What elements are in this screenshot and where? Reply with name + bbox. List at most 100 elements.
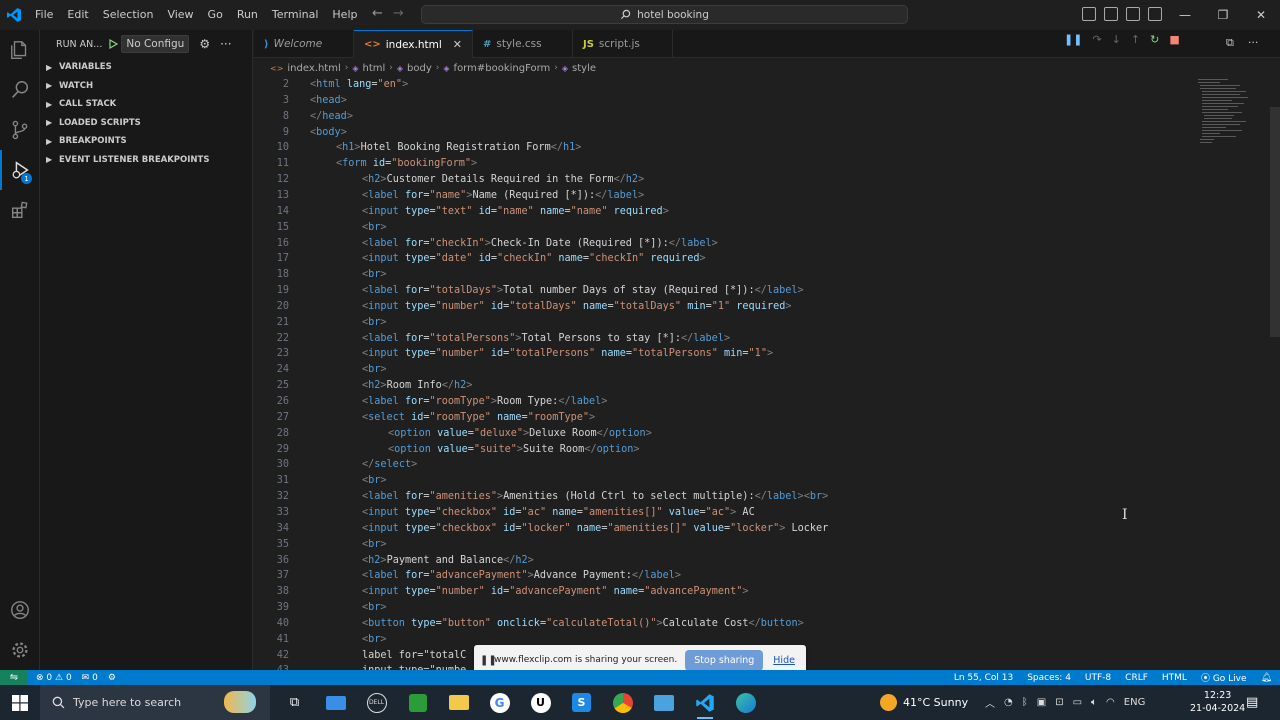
uber-icon[interactable]: U	[520, 685, 561, 720]
language-mode[interactable]: HTML	[1162, 673, 1187, 683]
google-icon[interactable]: G	[479, 685, 520, 720]
minimize-icon[interactable]: —	[1166, 0, 1204, 30]
command-center-text: hotel booking	[637, 8, 709, 21]
editor-more-icon[interactable]: ···	[1248, 36, 1259, 50]
taskbar-search-box[interactable]: Type here to search	[40, 685, 270, 720]
back-arrow-icon[interactable]: ←	[372, 6, 383, 21]
wifi-icon[interactable]: ◠	[1106, 697, 1115, 708]
menu-view[interactable]: View	[160, 0, 200, 30]
debug-section-call-stack[interactable]: ▶ CALL STACK	[40, 95, 252, 114]
breadcrumb-item[interactable]: style	[572, 63, 596, 74]
problems-indicator[interactable]: ⊗ 0 ⚠ 0	[36, 673, 72, 683]
menu-file[interactable]: File	[28, 0, 60, 30]
debug-section-watch[interactable]: ▶ WATCH	[40, 77, 252, 96]
forward-arrow-icon[interactable]: →	[393, 6, 404, 21]
xbox-icon[interactable]	[397, 685, 438, 720]
maximize-icon[interactable]: ❐	[1204, 0, 1242, 30]
account-icon[interactable]	[0, 590, 40, 630]
windows-start-icon[interactable]	[0, 685, 40, 720]
indentation[interactable]: Spaces: 4	[1027, 673, 1071, 683]
bluetooth-icon[interactable]: ᛒ	[1022, 697, 1028, 708]
split-editor-icon[interactable]: ⧉	[1226, 36, 1234, 50]
launch-config-select[interactable]: No Configu	[121, 35, 190, 53]
menu-help[interactable]: Help	[325, 0, 364, 30]
action-center-icon[interactable]: ▤	[1246, 695, 1258, 710]
line-number: 3	[282, 94, 289, 106]
editor-scrollbar[interactable]	[1270, 107, 1280, 337]
step-out-icon[interactable]: ↑	[1131, 33, 1140, 46]
debug-section-breakpoints[interactable]: ▶ BREAKPOINTS	[40, 132, 252, 151]
code-editor[interactable]: 2 <html lang="en"> 3 <head> 8 </head> 9 <body> 1…	[254, 77, 1280, 670]
chrome-icon[interactable]	[602, 685, 643, 720]
close-tab-icon[interactable]: ✕	[453, 38, 462, 51]
manage-gear-icon[interactable]	[0, 630, 40, 670]
tab-script-js[interactable]: JS script.js	[573, 30, 673, 58]
tab-style-css[interactable]: # style.css	[473, 30, 573, 58]
code-text: <input type="date" id="checkIn" name="ch…	[362, 251, 706, 267]
toggle-sidebar-icon[interactable]	[1082, 7, 1096, 21]
notifications-bell-icon[interactable]: 🔔︎	[1261, 673, 1272, 683]
search-icon	[52, 696, 65, 709]
edge-icon[interactable]	[725, 685, 766, 720]
vscode-taskbar-icon[interactable]	[684, 685, 725, 720]
menu-run[interactable]: Run	[230, 0, 265, 30]
menu-terminal[interactable]: Terminal	[265, 0, 326, 30]
speaker-icon[interactable]: 🔈︎	[1091, 697, 1097, 708]
file-explorer-icon[interactable]	[438, 685, 479, 720]
ports-indicator[interactable]: ✉ 0	[82, 673, 98, 683]
debug-section-variables[interactable]: ▶ VARIABLES	[40, 58, 252, 77]
pause-icon[interactable]: ❚❚	[1064, 33, 1082, 46]
customize-layout-icon[interactable]	[1148, 7, 1162, 21]
command-center-search[interactable]: hotel booking	[421, 5, 908, 24]
breadcrumb-item[interactable]: index.html	[287, 63, 340, 74]
show-hidden-icons-icon[interactable]: ︿	[985, 695, 995, 710]
more-actions-icon[interactable]: ···	[220, 37, 231, 51]
run-debug-icon[interactable]: 1	[0, 150, 40, 190]
paint-icon[interactable]	[643, 685, 684, 720]
menu-go[interactable]: Go	[201, 0, 230, 30]
breadcrumb-item[interactable]: html	[363, 63, 386, 74]
network-icon[interactable]: ◔	[1004, 697, 1013, 708]
toggle-panel-icon[interactable]	[1104, 7, 1118, 21]
stop-sharing-button[interactable]: Stop sharing	[685, 649, 764, 671]
minimap[interactable]	[1194, 77, 1254, 157]
task-view-icon[interactable]: ⧉	[274, 685, 315, 720]
meet-now-icon[interactable]: ⊡	[1055, 697, 1063, 708]
hide-link[interactable]: Hide	[773, 655, 795, 666]
close-window-icon[interactable]: ✕	[1242, 0, 1280, 30]
cursor-position[interactable]: Ln 55, Col 13	[954, 673, 1013, 683]
input-language[interactable]: ENG	[1124, 697, 1146, 708]
battery-icon[interactable]: ▭	[1073, 697, 1082, 708]
step-over-icon[interactable]: ↷	[1092, 33, 1101, 46]
breadcrumb-item[interactable]: body	[407, 63, 432, 74]
line-ending[interactable]: CRLF	[1125, 673, 1148, 683]
open-launch-json-gear-icon[interactable]: ⚙	[199, 37, 210, 51]
breadcrumb-item[interactable]: form#bookingForm	[454, 63, 551, 74]
debug-section-loaded-scripts[interactable]: ▶ LOADED SCRIPTS	[40, 114, 252, 133]
encoding[interactable]: UTF-8	[1085, 673, 1111, 683]
mail-icon[interactable]	[315, 685, 356, 720]
source-control-icon[interactable]	[0, 110, 40, 150]
search-icon[interactable]	[0, 70, 40, 110]
taskbar-clock[interactable]: 12:23 21-04-2024	[1190, 689, 1245, 715]
restart-icon[interactable]: ↻	[1150, 33, 1159, 46]
menu-edit[interactable]: Edit	[60, 0, 95, 30]
debug-launch-icon[interactable]: ⚙	[108, 673, 116, 683]
explorer-icon[interactable]	[0, 30, 40, 70]
app-tray-icon[interactable]: ▣	[1037, 697, 1046, 708]
go-live-button[interactable]: ⦿ Go Live	[1201, 671, 1247, 684]
extensions-icon[interactable]	[0, 190, 40, 230]
tab-index-html[interactable]: <> index.html ✕	[354, 30, 473, 58]
start-debugging-button[interactable]	[108, 39, 119, 49]
skype-icon[interactable]: S	[561, 685, 602, 720]
remote-indicator-icon[interactable]: ⇋	[0, 670, 28, 685]
debug-section-event-listener-breakpoints[interactable]: ▶ EVENT LISTENER BREAKPOINTS	[40, 151, 252, 170]
warning-count: 0	[65, 672, 72, 683]
step-into-icon[interactable]: ↓	[1112, 33, 1121, 46]
menu-selection[interactable]: Selection	[96, 0, 161, 30]
stop-icon[interactable]: ■	[1169, 33, 1179, 46]
dell-icon[interactable]: DELL	[356, 685, 397, 720]
weather-widget[interactable]: 41°C Sunny	[880, 685, 968, 720]
tab-welcome[interactable]: ⟩ Welcome	[254, 30, 354, 58]
toggle-secondary-sidebar-icon[interactable]	[1126, 7, 1140, 21]
